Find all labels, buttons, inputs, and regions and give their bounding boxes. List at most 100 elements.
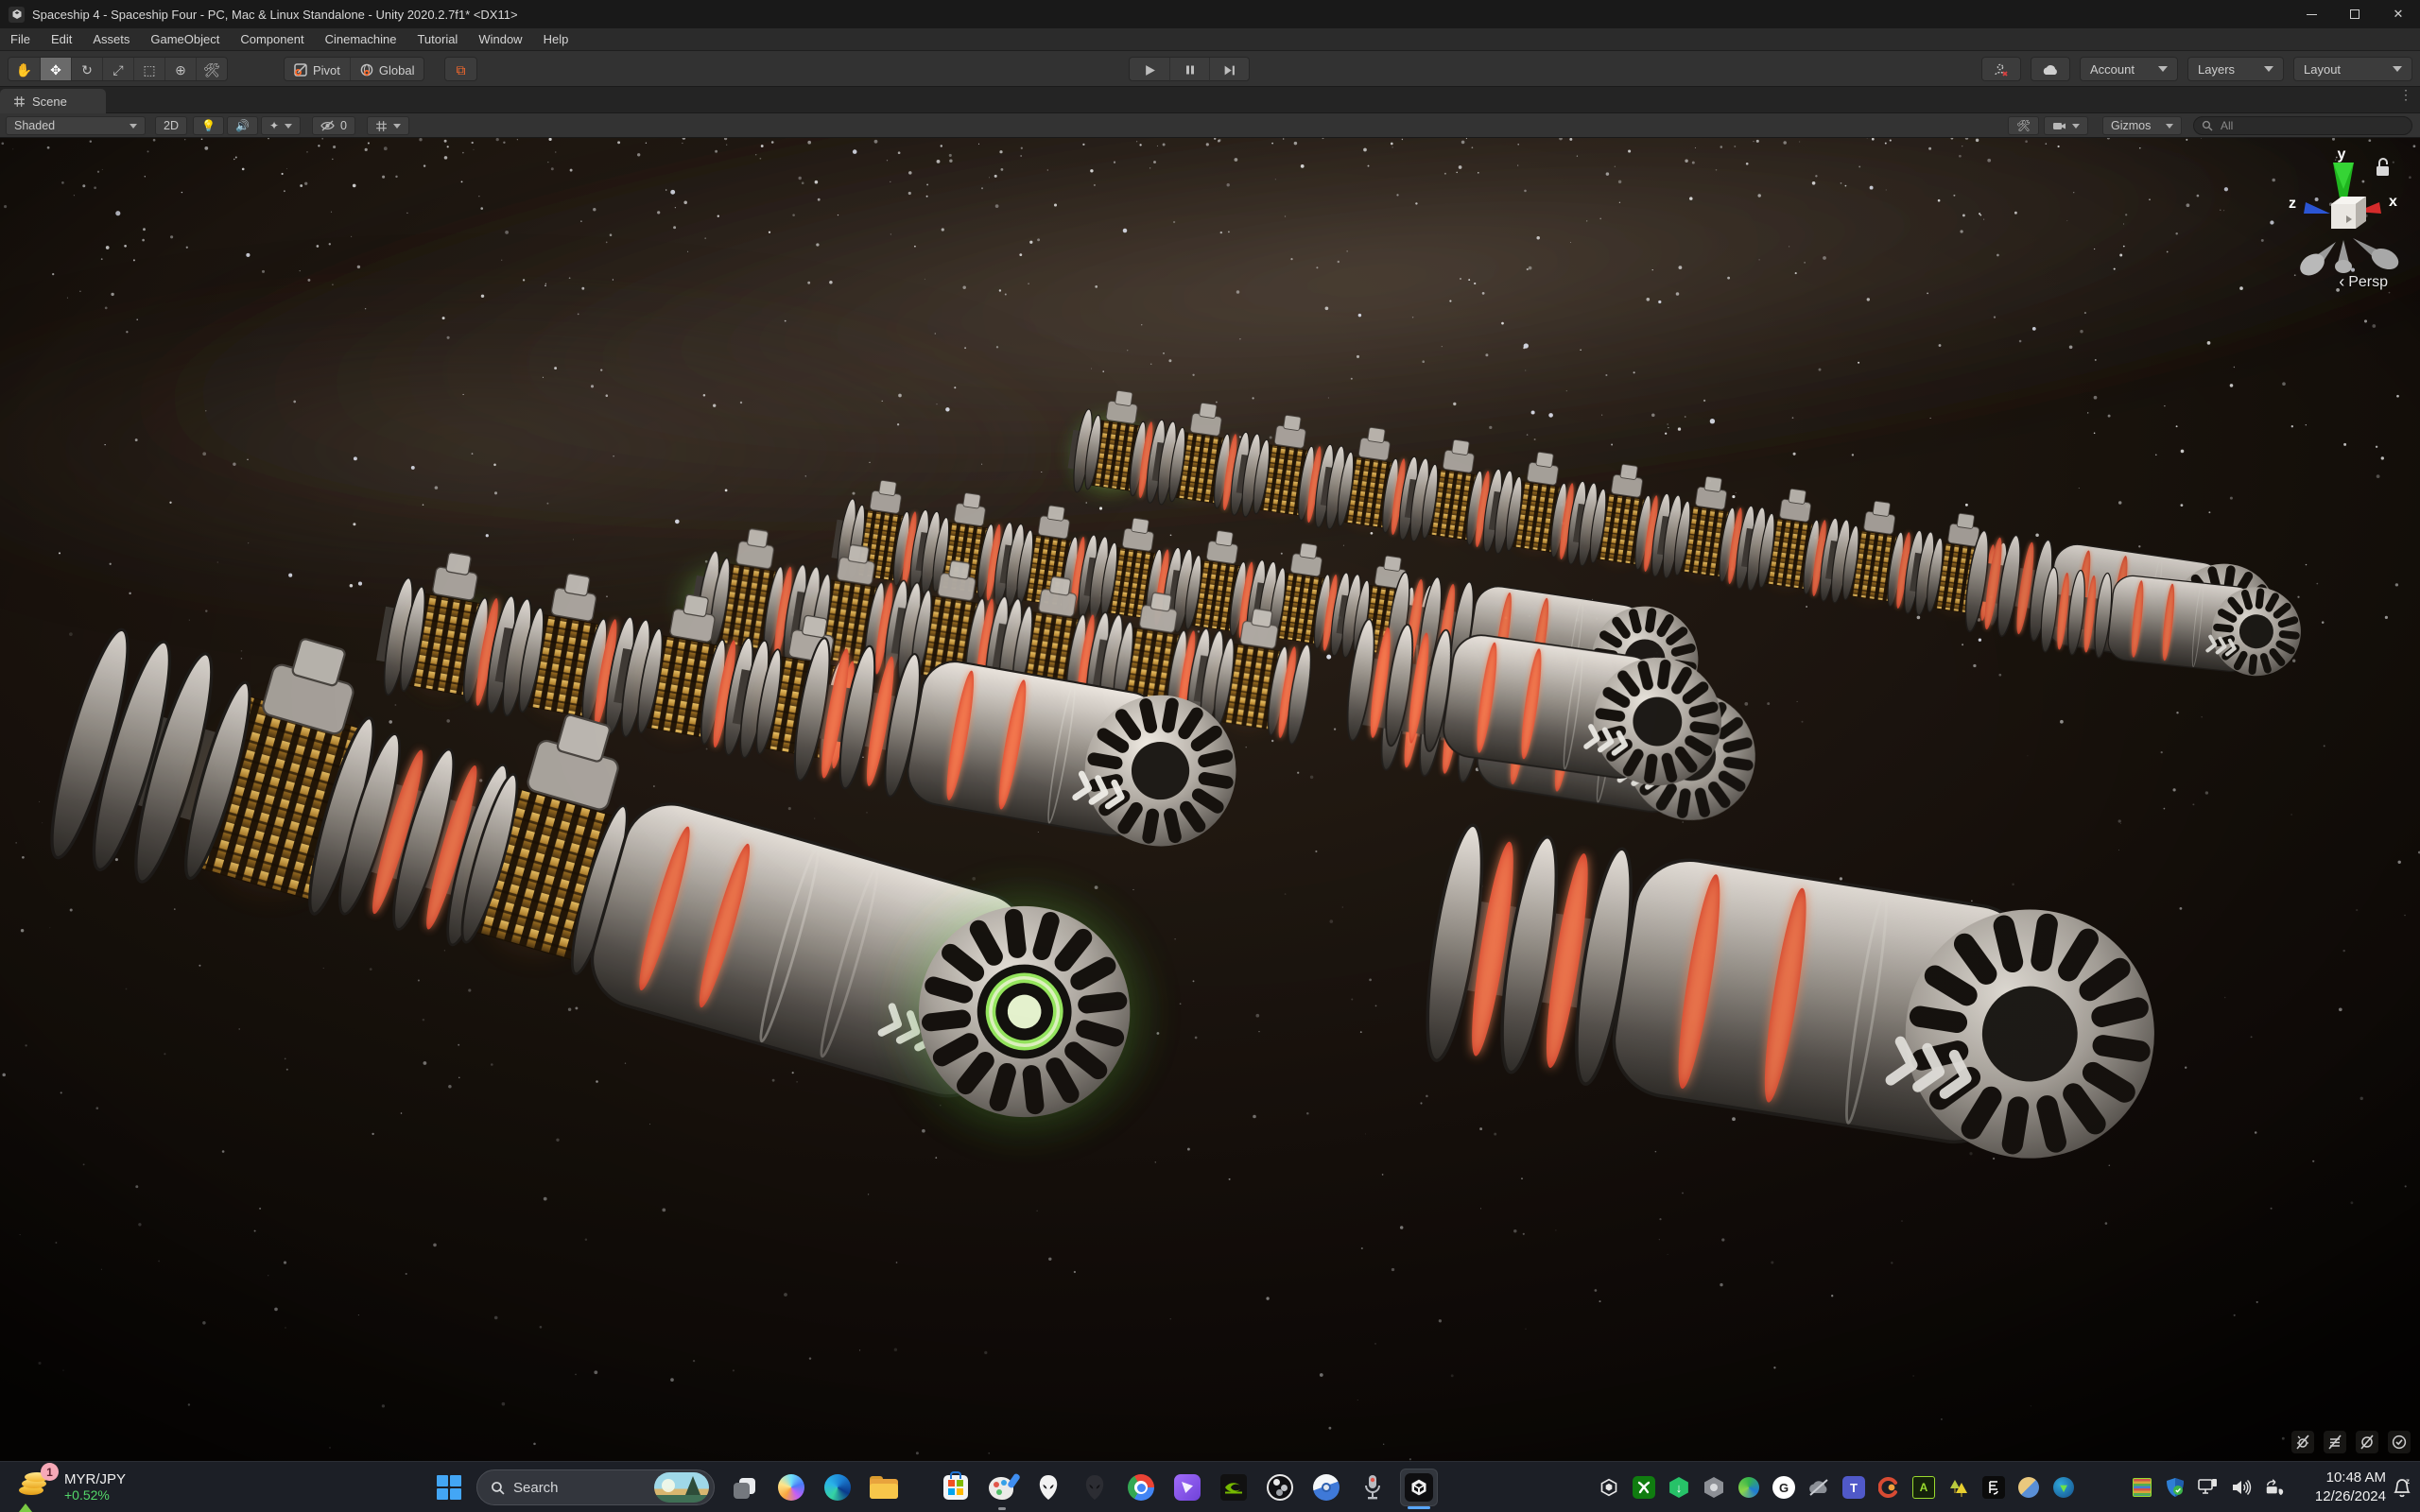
clipchamp-icon[interactable] [1168,1469,1206,1506]
epic-games-icon[interactable] [1982,1476,2005,1499]
cloud-icon[interactable] [2035,58,2066,80]
edge-icon[interactable] [819,1469,856,1506]
rotate-tool-icon[interactable]: ↻ [71,58,102,80]
teams-icon[interactable]: T [1842,1476,1865,1499]
hand-tool-icon[interactable]: ✋ [9,58,40,80]
layout-dropdown[interactable]: Layout [2293,57,2412,81]
layers-dropdown[interactable]: Layers [2187,57,2284,81]
axis-y-label[interactable]: y [2338,149,2346,163]
menu-assets[interactable]: Assets [82,28,140,51]
scene-search-field[interactable] [2193,116,2412,135]
idm-icon[interactable] [1737,1476,1760,1499]
copilot-icon[interactable] [772,1469,810,1506]
obs-studio-icon[interactable] [1261,1469,1299,1506]
scene-search-input[interactable] [2219,118,2379,133]
menu-tutorial[interactable]: Tutorial [406,28,468,51]
ccleaner-icon[interactable] [1877,1476,1900,1499]
globe-arrow-icon[interactable]: ▼ [2052,1476,2075,1499]
transform-tool-icon[interactable]: ⊕ [164,58,196,80]
lock-icon[interactable] [2377,158,2389,176]
maximize-button[interactable] [2333,0,2377,28]
file-explorer-icon[interactable] [865,1469,903,1506]
axis-z-label[interactable]: z [2289,196,2296,212]
lighting-toggle[interactable]: 💡 [193,116,224,135]
step-button[interactable] [1209,58,1249,82]
scene-tools-icon[interactable]: 🛠 [2008,116,2040,135]
scene-viewport[interactable]: y x z ‹ Persp [0,138,2420,1461]
volume-icon[interactable] [2231,1477,2252,1498]
xbox-icon[interactable] [1633,1476,1655,1499]
pause-button[interactable] [1169,58,1209,82]
menu-help[interactable]: Help [533,28,579,51]
start-button[interactable] [432,1470,466,1504]
green-sheet-icon[interactable]: A [1912,1476,1935,1499]
defender-shield-icon[interactable] [2165,1477,2186,1498]
notification-bell-icon[interactable]: z [2392,1477,2412,1504]
2d-toggle[interactable]: 2D [155,116,187,135]
onedrive-off-icon[interactable] [1807,1476,1830,1499]
effects-dropdown[interactable]: ✦ [261,116,302,135]
scene-orientation-gizmo[interactable]: y x z [2280,149,2403,291]
taskbar-news-widget[interactable]: 1 MYR/JPY +0.52% [9,1462,133,1512]
play-button[interactable] [1130,58,1169,82]
chrome-icon[interactable] [1122,1469,1160,1506]
shading-mode-dropdown[interactable]: Shaded [6,116,146,135]
check-circle-icon[interactable] [2388,1431,2411,1453]
menu-file[interactable]: File [0,28,41,51]
scale-tool-icon[interactable]: ⤢ [102,58,133,80]
menu-gameobject[interactable]: GameObject [140,28,230,51]
currency-change-label: +0.52% [64,1487,110,1503]
menu-cinemachine[interactable]: Cinemachine [315,28,407,51]
axis-x-label[interactable]: x [2389,194,2397,210]
menu-component[interactable]: Component [230,28,314,51]
collab-icon[interactable] [1986,58,2017,80]
clock-date: 12/26/2024 [2314,1488,2386,1504]
menu-edit[interactable]: Edit [41,28,82,51]
unity-tray-icon[interactable] [1598,1476,1620,1499]
layers-slash-icon[interactable] [2324,1431,2346,1453]
g-app-icon[interactable]: G [1772,1476,1795,1499]
close-button[interactable]: ✕ [2377,0,2420,28]
minimize-button[interactable] [2290,0,2333,28]
custom-tool-icon[interactable]: 🛠 [196,58,227,80]
gizmo-slash-icon[interactable] [2356,1431,2378,1453]
debug-slash-icon[interactable] [2291,1431,2314,1453]
unity-taskbar-icon[interactable] [1400,1469,1438,1506]
gizmo-cube[interactable] [2331,197,2366,229]
blue-white-app-icon[interactable] [1307,1469,1345,1506]
projection-label[interactable]: ‹ Persp [2339,272,2388,292]
taskbar-search[interactable]: Search [476,1469,715,1505]
hidden-objects-toggle[interactable]: 0 [312,116,355,135]
account-dropdown[interactable]: Account [2080,57,2178,81]
voice-recorder-icon[interactable] [1354,1469,1392,1506]
grid-snap-icon[interactable]: ⧉ [445,58,476,80]
move-tool-icon[interactable]: ✥ [40,58,71,80]
task-view-icon[interactable] [726,1469,764,1506]
tab-scene[interactable]: Scene [0,89,106,113]
alienware-icon[interactable] [1029,1469,1067,1506]
camera-icon [2053,122,2066,129]
scene-camera-dropdown[interactable] [2044,116,2088,135]
menu-window[interactable]: Window [468,28,532,51]
network-icon[interactable] [2198,1477,2219,1498]
grid-visibility-dropdown[interactable] [367,116,409,135]
rect-tool-icon[interactable]: ⬚ [133,58,164,80]
alienware-command-center-icon[interactable] [1076,1469,1114,1506]
paint-icon[interactable] [983,1469,1021,1506]
scene-toolbar: Shaded 2D 💡 🔊 ✦ 0 🛠 Gizmos [0,113,2420,138]
pivot-toggle[interactable]: Pivot [285,58,350,80]
download-manager-icon[interactable]: ↓ [1668,1476,1690,1499]
gpu-monitor-icon[interactable] [2132,1477,2152,1498]
taskbar-clock[interactable]: 10:48 AM 12/26/2024 [2315,1469,2386,1506]
microsoft-store-icon[interactable] [937,1469,975,1506]
search-daily-image[interactable] [654,1472,709,1503]
audio-toggle[interactable]: 🔊 [227,116,258,135]
tab-menu-icon[interactable]: ⋮ [2399,88,2412,101]
global-toggle[interactable]: Global [349,58,424,80]
gizmos-dropdown[interactable]: Gizmos [2102,116,2182,135]
badge-app-icon[interactable] [1703,1476,1725,1499]
dual-tone-app-icon[interactable] [2017,1476,2040,1499]
cast-sync-icon[interactable] [2264,1477,2285,1498]
nvidia-icon[interactable] [1215,1469,1253,1506]
tree-warning-icon[interactable] [1947,1476,1970,1499]
